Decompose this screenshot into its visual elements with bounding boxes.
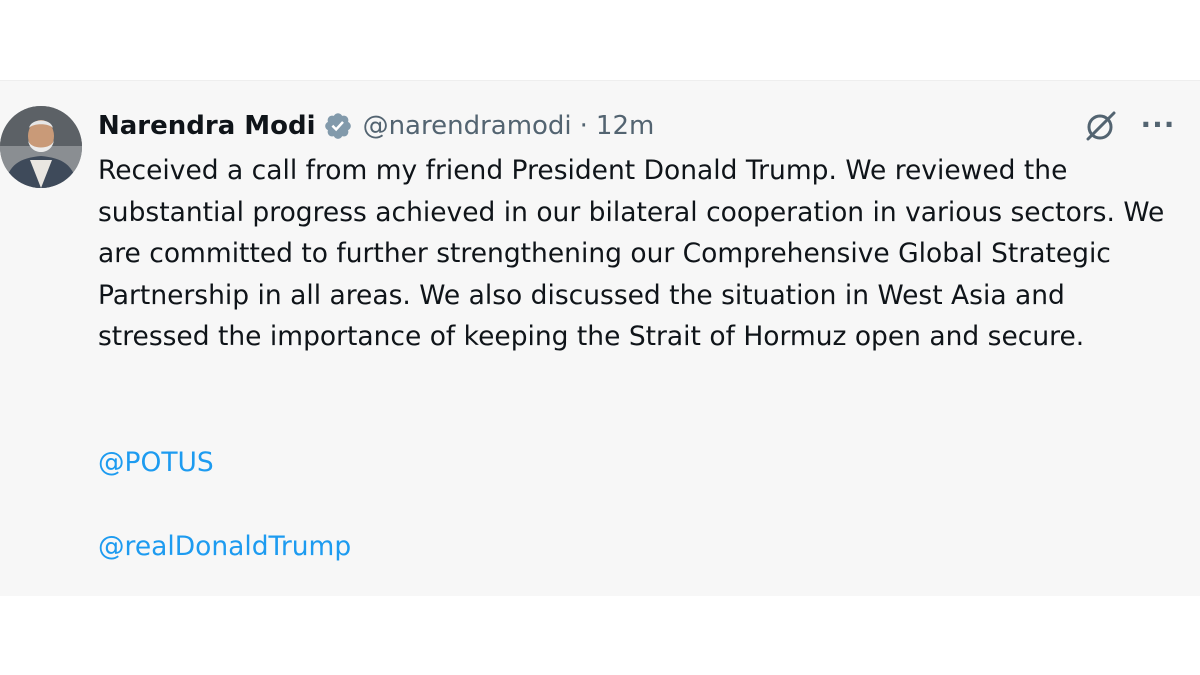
grok-icon[interactable]	[1083, 108, 1119, 144]
avatar[interactable]	[0, 106, 82, 188]
more-options-icon[interactable]: ···	[1138, 110, 1178, 140]
mention-link-realdonaldtrump[interactable]: @realDonaldTrump	[98, 527, 351, 567]
avatar-image	[0, 106, 82, 188]
timestamp[interactable]: 12m	[596, 111, 654, 141]
author-handle[interactable]: @narendramodi	[363, 111, 572, 141]
author-name[interactable]: Narendra Modi	[98, 111, 316, 141]
tweet-header: Narendra Modi @narendramodi · 12m	[98, 106, 654, 146]
verified-badge-icon	[323, 111, 353, 141]
mention-link-potus[interactable]: @POTUS	[98, 443, 214, 483]
tweet-text: Received a call from my friend President…	[98, 155, 1165, 353]
separator-dot: ·	[579, 111, 588, 141]
